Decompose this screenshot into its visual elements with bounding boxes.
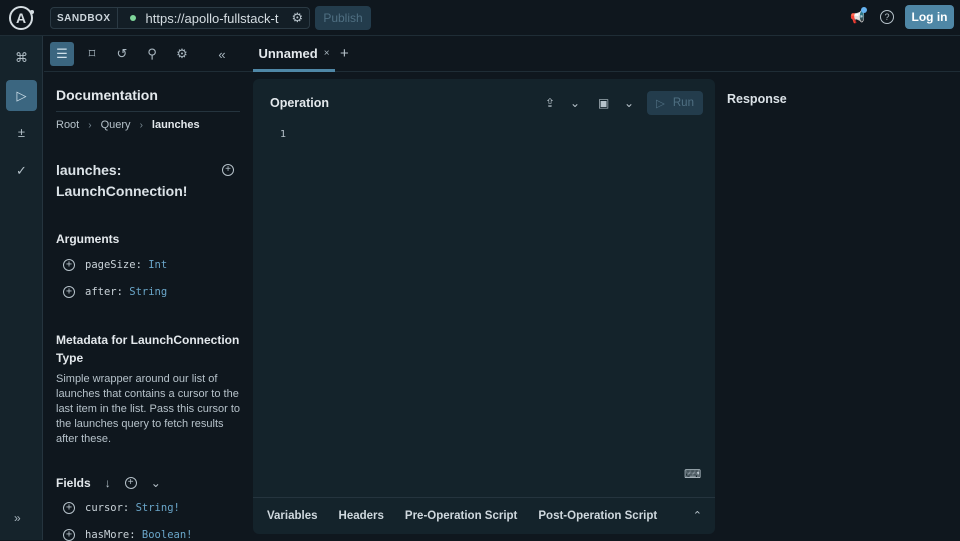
add-field-icon[interactable]: + [222, 164, 234, 176]
field-row-name: cursor: [85, 502, 130, 514]
expand-rail-icon[interactable]: » [14, 511, 21, 525]
operation-footer-tabs: Variables Headers Pre-Operation Script P… [253, 497, 715, 534]
notification-dot [861, 7, 867, 13]
fields-heading: Fields [56, 476, 91, 490]
field-name: launches: [56, 162, 122, 178]
explorer-nav-icon[interactable]: ▷ [6, 80, 37, 111]
expand-panel-icon[interactable]: ⌃ [693, 509, 702, 522]
collapse-docs-icon[interactable]: « [210, 42, 234, 66]
add-all-fields-icon[interactable]: + [124, 477, 137, 489]
apollo-logo-icon[interactable]: A [9, 6, 34, 30]
play-icon: ▷ [656, 98, 665, 110]
help-icon[interactable]: ? [880, 10, 894, 24]
run-label: Run [672, 97, 694, 109]
schema-nav-icon[interactable]: ⌘ [6, 42, 37, 73]
response-title: Response [727, 92, 787, 106]
sandbox-tag: SANDBOX [51, 8, 118, 28]
settings-icon[interactable]: ⚙ [170, 42, 194, 66]
breadcrumb-current: launches [151, 119, 200, 131]
operation-panel: Operation ⇪ ⌄ ▣ ⌄ ▷ Run 1 ⌨ Variables He… [253, 79, 715, 534]
chevron-right-icon: › [139, 119, 143, 131]
sort-down-icon[interactable]: ↓ [105, 476, 111, 490]
argument-type[interactable]: Int [148, 259, 167, 271]
chevron-down-icon[interactable]: ⌄ [151, 476, 161, 490]
field-row-type[interactable]: String! [136, 502, 180, 514]
tab-unnamed[interactable]: Unnamed × [253, 37, 335, 72]
add-argument-icon[interactable]: + [63, 259, 75, 271]
docs-title: Documentation [56, 87, 158, 103]
fields-header: Fields ↓ + ⌄ [56, 476, 161, 490]
endpoint-bar[interactable]: SANDBOX https://apollo-fullstack-t ⚙ [50, 7, 310, 29]
add-field-icon[interactable]: + [63, 529, 75, 541]
top-bar: A SANDBOX https://apollo-fullstack-t ⚙ P… [0, 0, 960, 36]
tab-post-operation-script[interactable]: Post-Operation Script [538, 510, 657, 522]
line-number: 1 [280, 129, 287, 140]
breadcrumb-query[interactable]: Query [101, 119, 131, 131]
tab-headers[interactable]: Headers [339, 510, 384, 522]
divider [56, 111, 240, 112]
login-button[interactable]: Log in [905, 5, 954, 29]
search-icon[interactable]: ⚲ [140, 42, 164, 66]
add-tab-icon[interactable]: + [340, 45, 349, 62]
tab-label: Unnamed [258, 45, 318, 61]
tab-pre-operation-script[interactable]: Pre-Operation Script [405, 510, 517, 522]
publish-button[interactable]: Publish [315, 6, 371, 30]
connection-settings-icon[interactable]: ⚙ [292, 10, 304, 26]
keyboard-shortcuts-icon[interactable]: ⌨ [684, 467, 701, 481]
documentation-panel: Documentation Root › Query › launches la… [44, 73, 250, 541]
chevron-down-icon[interactable]: ⌄ [570, 96, 580, 110]
chevron-right-icon: › [88, 119, 92, 131]
argument-row[interactable]: + pageSize: Int [63, 259, 167, 271]
field-type: LaunchConnection! [56, 183, 188, 199]
field-row-name: hasMore: [85, 529, 136, 541]
chevron-down-icon[interactable]: ⌄ [624, 96, 634, 110]
close-tab-icon[interactable]: × [324, 48, 330, 59]
metadata-description: Simple wrapper around our list of launch… [56, 373, 241, 445]
add-argument-icon[interactable]: + [63, 286, 75, 298]
run-button[interactable]: ▷ Run [647, 91, 703, 115]
breadcrumb-root[interactable]: Root [56, 119, 79, 131]
metadata-heading: Metadata for LaunchConnection Type [56, 333, 240, 365]
left-nav-rail: ⌘ ▷ ± ✓ » [0, 36, 43, 540]
field-heading: launches: LaunchConnection! [56, 160, 187, 202]
endpoint-url-input[interactable]: https://apollo-fullstack-t [146, 11, 284, 26]
argument-row[interactable]: + after: String [63, 286, 167, 298]
breadcrumb: Root › Query › launches [56, 119, 200, 131]
field-row[interactable]: + hasMore: Boolean! [63, 529, 192, 541]
connection-status-icon [129, 15, 136, 21]
add-field-icon[interactable]: + [63, 502, 75, 514]
bookmark-icon[interactable]: ⌑ [80, 42, 104, 66]
history-icon[interactable]: ↺ [110, 42, 134, 66]
argument-type[interactable]: String [129, 286, 167, 298]
field-row[interactable]: + cursor: String! [63, 502, 180, 514]
checks-nav-icon[interactable]: ± [6, 117, 37, 148]
share-icon[interactable]: ⇪ [545, 96, 555, 110]
validate-nav-icon[interactable]: ✓ [6, 155, 37, 186]
explorer-toolbar: ☰ ⌑ ↺ ⚲ ⚙ « Unnamed × + [44, 37, 960, 72]
arguments-heading: Arguments [56, 232, 120, 246]
save-icon[interactable]: ▣ [598, 96, 609, 110]
operation-title: Operation [270, 96, 330, 110]
tab-variables[interactable]: Variables [267, 510, 318, 522]
field-row-type[interactable]: Boolean! [142, 529, 193, 541]
documentation-icon[interactable]: ☰ [50, 42, 74, 66]
argument-name: pageSize: [85, 259, 142, 271]
argument-name: after: [85, 286, 123, 298]
